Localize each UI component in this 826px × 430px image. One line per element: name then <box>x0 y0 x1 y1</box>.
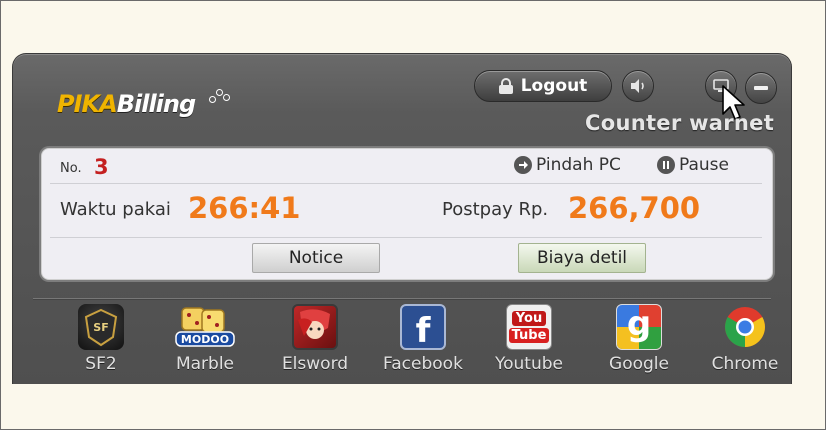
youtube-icon: You Tube <box>506 304 552 350</box>
billing-widget: PIKA Billing Logout Counter warnet No. 3… <box>12 53 792 384</box>
separator-shadow <box>33 299 771 300</box>
minimize-button[interactable] <box>745 72 777 104</box>
app-google[interactable]: g Google <box>589 304 689 382</box>
counter-title: Counter warnet <box>585 111 775 135</box>
usage-time-value: 266:41 <box>188 191 301 225</box>
biaya-detil-button[interactable]: Biaya detil <box>518 243 646 273</box>
arrow-right-icon <box>514 156 532 174</box>
divider-top <box>50 183 762 184</box>
modoo-icon-text: MODOO <box>181 333 229 346</box>
lock-icon <box>498 78 513 94</box>
minimize-icon <box>754 86 768 90</box>
pindah-pc-label: Pindah PC <box>536 155 621 175</box>
google-icon-text: g <box>626 304 652 344</box>
screenshot-frame: PIKA Billing Logout Counter warnet No. 3… <box>0 0 826 430</box>
app-chrome[interactable]: Chrome <box>695 304 795 382</box>
app-label: Chrome <box>711 354 779 374</box>
app-launcher-bar: SF SF2 MODOO Marble Elsword f Facebook Y… <box>37 304 787 382</box>
pc-number-label: No. <box>60 161 82 176</box>
chrome-icon <box>722 304 768 350</box>
sf2-icon-text: SF <box>93 321 108 334</box>
pc-number-value: 3 <box>94 155 109 179</box>
pindah-pc-button[interactable]: Pindah PC <box>514 155 621 175</box>
youtube-icon-text-1: You <box>511 311 547 326</box>
postpay-value: 266,700 <box>568 191 701 225</box>
app-sf2[interactable]: SF SF2 <box>51 304 151 382</box>
pikabilling-logo: PIKA Billing <box>57 89 230 118</box>
facebook-icon-text: f <box>415 311 431 350</box>
divider-bottom <box>50 237 762 238</box>
app-elsword[interactable]: Elsword <box>265 304 365 382</box>
app-label: Youtube <box>495 354 563 374</box>
logo-dots-icon <box>207 86 233 108</box>
app-label: Elsword <box>281 354 349 374</box>
session-panel: No. 3 Pindah PC Pause Waktu pakai 266:41… <box>41 148 773 280</box>
app-facebook[interactable]: f Facebook <box>373 304 473 382</box>
speaker-button[interactable] <box>622 70 654 102</box>
pause-icon <box>657 156 675 174</box>
youtube-icon-text-2: Tube <box>508 328 550 343</box>
speaker-icon <box>631 79 644 93</box>
app-label: Facebook <box>383 354 463 374</box>
app-marble[interactable]: MODOO Marble <box>155 304 255 382</box>
modoo-marble-icon: MODOO <box>172 304 238 350</box>
notice-button[interactable]: Notice <box>252 243 380 273</box>
google-icon: g <box>616 304 662 350</box>
postpay-label: Postpay Rp. <box>442 199 549 220</box>
logout-label: Logout <box>520 76 588 96</box>
logout-button[interactable]: Logout <box>474 70 612 102</box>
pause-label: Pause <box>679 155 729 175</box>
sf2-icon: SF <box>78 304 124 350</box>
app-youtube[interactable]: You Tube Youtube <box>479 304 579 382</box>
logo-pika: PIKA <box>57 90 118 118</box>
usage-time-label: Waktu pakai <box>60 199 171 220</box>
app-label: SF2 <box>85 354 117 374</box>
elsword-icon <box>292 304 338 350</box>
app-label: Marble <box>175 354 235 374</box>
logo-billing: Billing <box>116 90 196 118</box>
facebook-icon: f <box>400 304 446 350</box>
pause-button[interactable]: Pause <box>657 155 729 175</box>
app-label: Google <box>609 354 669 374</box>
